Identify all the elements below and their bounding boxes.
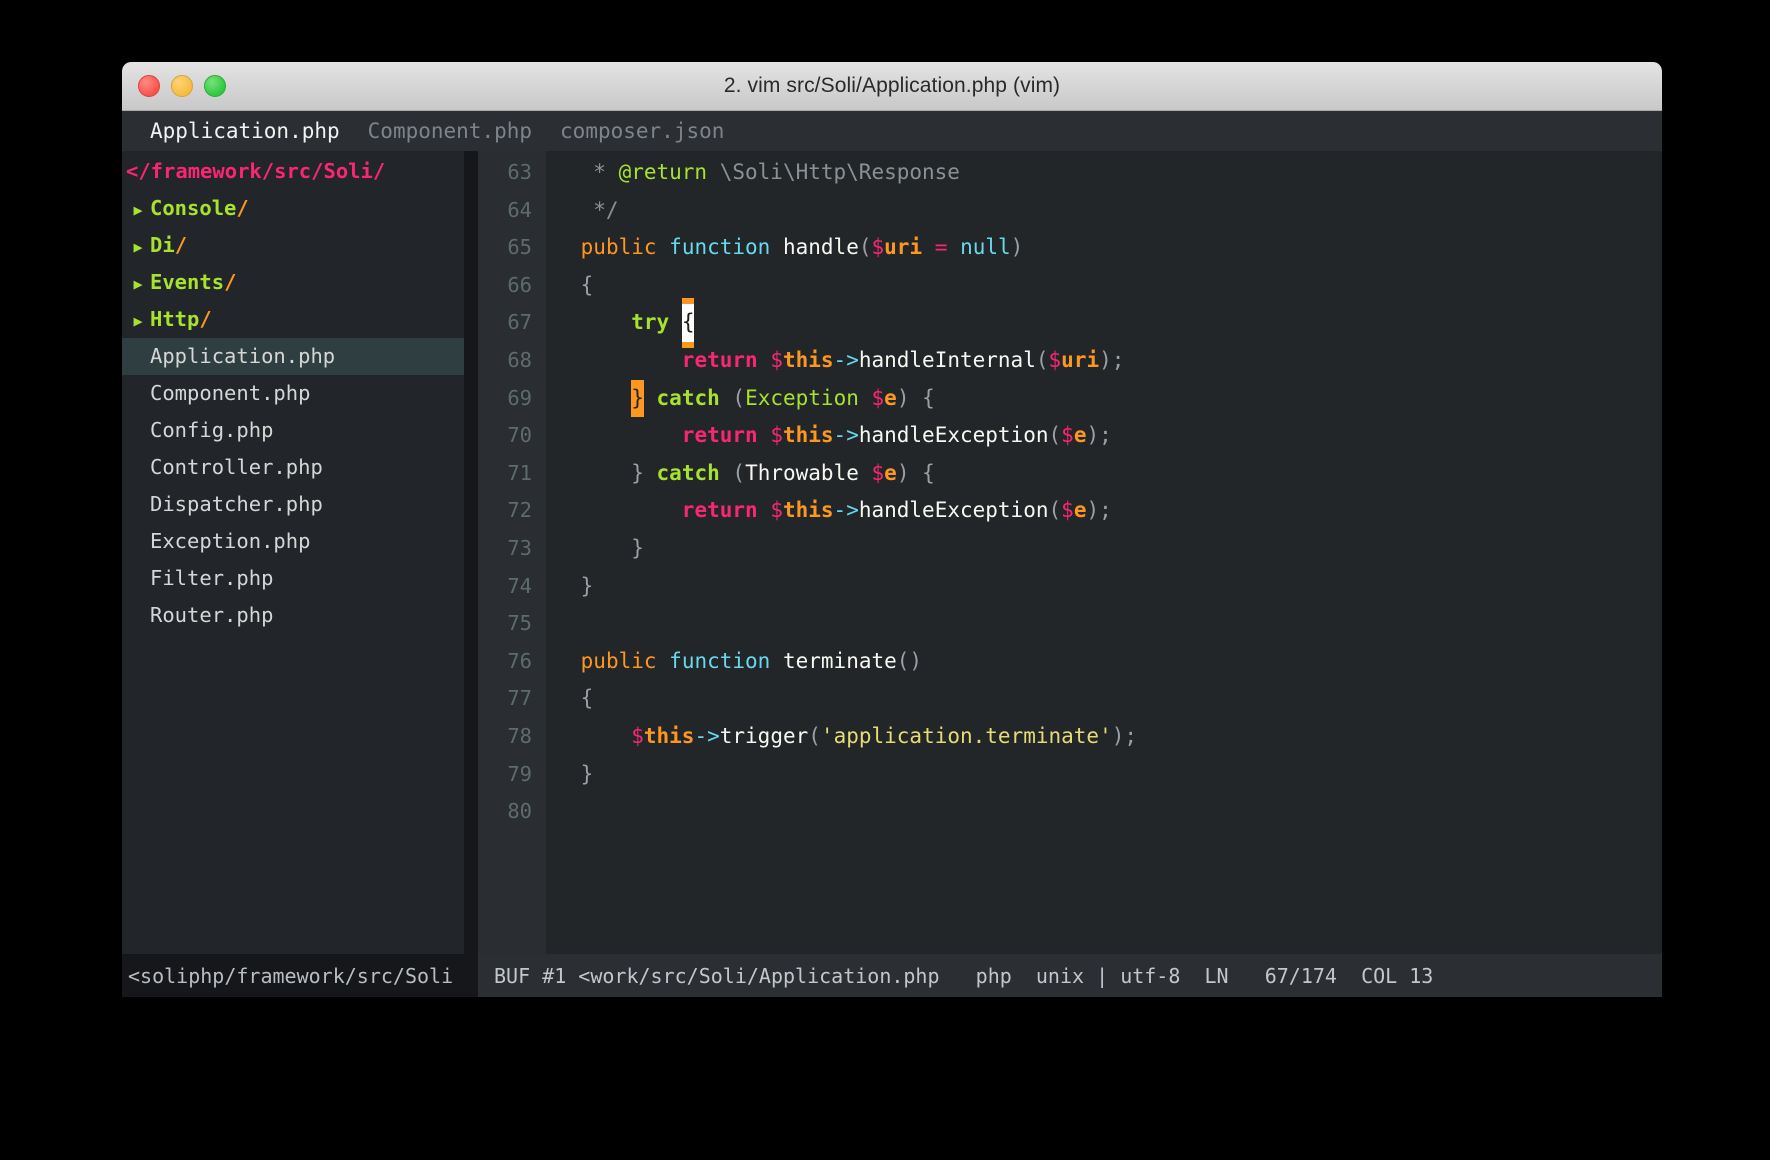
buffer-tabline: Application.php Component.php composer.j… <box>122 111 1662 151</box>
code-line: */ <box>568 197 619 222</box>
file-tree-sidebar: </framework/src/Soli/ ▶ Console/ ▶ Di/ ▶ Ev… <box>122 111 464 997</box>
tree-dir-label: Di <box>150 233 175 257</box>
tab-application-php[interactable]: Application.php <box>136 119 354 143</box>
code-line: } catch (Exception $e) { <box>568 379 1662 418</box>
status-line-pos: 67/174 <box>1264 964 1337 988</box>
minimize-icon[interactable] <box>171 75 193 97</box>
window-titlebar: 2. vim src/Soli/Application.php (vim) <box>122 62 1662 111</box>
chevron-right-icon: ▶ <box>133 312 143 330</box>
status-encoding: utf-8 <box>1120 964 1181 988</box>
line-number: 78 <box>507 723 532 748</box>
chevron-right-icon: ▶ <box>133 275 143 293</box>
status-filetype: php <box>975 964 1012 988</box>
code-line: return $this->handleInternal($uri); <box>681 347 1125 372</box>
tree-dir-events[interactable]: ▶ Events/ <box>122 264 464 301</box>
tree-dir-label: Http <box>150 307 200 331</box>
status-col-label: COL <box>1361 964 1398 988</box>
line-number: 67 <box>507 310 532 335</box>
tree-file-router[interactable]: Router.php <box>122 597 464 634</box>
chevron-right-icon: ▶ <box>133 201 143 219</box>
line-number: 79 <box>507 761 532 786</box>
code-text[interactable]: * @return \Soli\Http\Response */ public … <box>546 151 1662 954</box>
tree-file-filter[interactable]: Filter.php <box>122 560 464 597</box>
line-number: 71 <box>507 460 532 485</box>
vim-terminal-window: 2. vim src/Soli/Application.php (vim) </… <box>122 62 1662 997</box>
maximize-icon[interactable] <box>204 75 226 97</box>
line-number: 76 <box>507 648 532 673</box>
line-number: 73 <box>507 535 532 560</box>
status-separator: | <box>1096 964 1109 988</box>
tree-file-controller[interactable]: Controller.php <box>122 449 464 486</box>
tab-component-php[interactable]: Component.php <box>354 119 546 143</box>
editor-pane: Application.php Component.php composer.j… <box>122 111 1662 997</box>
tree-dir-http[interactable]: ▶ Http/ <box>122 301 464 338</box>
code-line: public function handle($uri = null) <box>580 235 1024 260</box>
tree-file-application[interactable]: Application.php <box>122 338 464 375</box>
window-title: 2. vim src/Soli/Application.php (vim) <box>723 74 1061 97</box>
line-number: 69 <box>507 385 532 410</box>
code-line: } catch (Throwable $e) { <box>631 460 935 485</box>
sidebar-statusline: <soliphp/framework/src/Soli <box>122 954 464 997</box>
line-number: 72 <box>507 498 532 523</box>
status-buffer: BUF #1 <work/src/Soli/Application.php <box>494 964 940 988</box>
tree-dir-slash: / <box>236 196 249 220</box>
close-icon[interactable] <box>138 75 160 97</box>
code-line: * @return \Soli\Http\Response <box>568 160 960 184</box>
file-tree: </framework/src/Soli/ ▶ Console/ ▶ Di/ ▶ Ev… <box>122 151 464 954</box>
line-number: 70 <box>507 423 532 448</box>
tree-file-component[interactable]: Component.php <box>122 375 464 412</box>
tree-file-config[interactable]: Config.php <box>122 412 464 449</box>
line-number: 66 <box>507 272 532 297</box>
tree-file-exception[interactable]: Exception.php <box>122 523 464 560</box>
line-number: 80 <box>507 799 532 824</box>
status-col-pos: 13 <box>1409 964 1434 988</box>
code-line: return $this->handleException($e); <box>681 423 1112 448</box>
tree-root-label[interactable]: </framework/src/Soli/ <box>122 153 464 190</box>
code-line: } <box>580 761 594 786</box>
code-line: public function terminate() <box>580 648 923 673</box>
pane-divider <box>464 111 478 997</box>
line-number: 63 <box>507 160 532 184</box>
tree-dir-di[interactable]: ▶ Di/ <box>122 227 464 264</box>
code-line: } <box>580 573 594 598</box>
tree-dir-slash: / <box>199 307 212 331</box>
line-number: 68 <box>507 347 532 372</box>
code-line: $this->trigger('application.terminate'); <box>631 723 1138 748</box>
tree-dir-slash: / <box>224 270 237 294</box>
window-controls <box>138 75 226 97</box>
tree-dir-label: Events <box>150 270 225 294</box>
vim-body: </framework/src/Soli/ ▶ Console/ ▶ Di/ ▶ Ev… <box>122 111 1662 997</box>
status-line-label: LN <box>1204 964 1229 988</box>
line-number: 74 <box>507 573 532 598</box>
editor-statusline: BUF #1 <work/src/Soli/Application.php ph… <box>478 954 1662 997</box>
code-line-cursor: try { <box>568 304 1662 342</box>
chevron-right-icon: ▶ <box>133 238 143 256</box>
code-line: { <box>580 272 594 297</box>
code-line: } <box>631 535 644 560</box>
tree-dir-label: Console <box>150 196 237 220</box>
status-fileformat: unix <box>1035 964 1085 988</box>
code-line: { <box>580 686 594 711</box>
tree-dir-slash: / <box>174 233 188 257</box>
line-number: 64 <box>507 197 532 222</box>
line-number: 65 <box>507 235 532 260</box>
tree-file-dispatcher[interactable]: Dispatcher.php <box>122 486 464 523</box>
code-line: return $this->handleException($e); <box>681 498 1112 523</box>
tab-composer-json[interactable]: composer.json <box>546 119 738 143</box>
code-area[interactable]: 63 64 65 66 67 68 69 70 71 72 73 74 75 7… <box>478 151 1662 954</box>
line-number-gutter: 63 64 65 66 67 68 69 70 71 72 73 74 75 7… <box>478 151 546 954</box>
tree-dir-console[interactable]: ▶ Console/ <box>122 190 464 227</box>
line-number: 75 <box>507 611 532 636</box>
line-number: 77 <box>507 686 532 711</box>
